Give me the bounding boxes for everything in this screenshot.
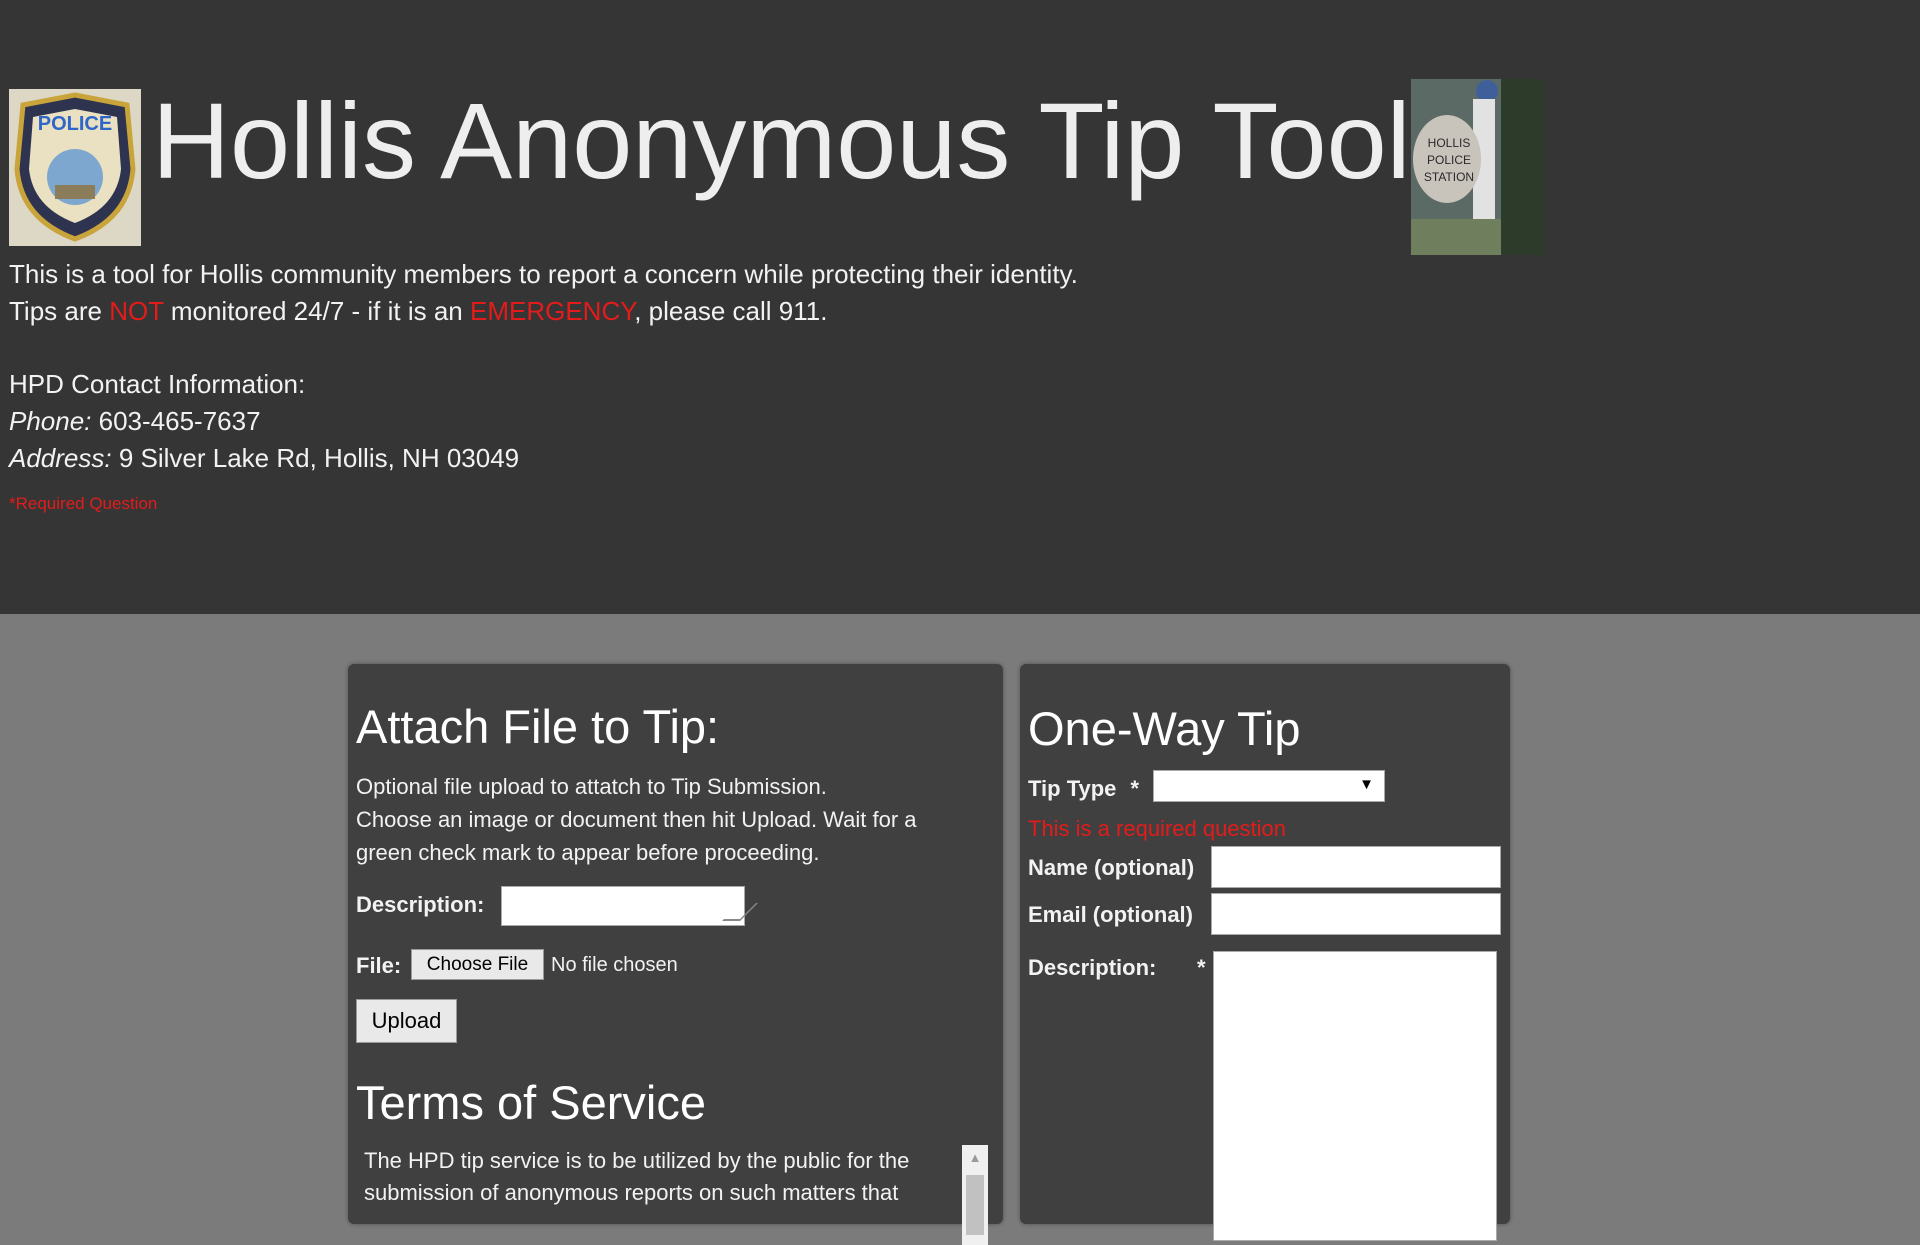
attach-description-input[interactable]: [501, 886, 758, 926]
contact-info: HPD Contact Information: Phone: 603-465-…: [9, 366, 519, 477]
attach-help-text: Optional file upload to attatch to Tip S…: [356, 770, 976, 869]
description-label: Description:: [356, 892, 485, 917]
sign-text-line: STATION: [1423, 170, 1475, 184]
contact-address: Address: 9 Silver Lake Rd, Hollis, NH 03…: [9, 440, 519, 477]
tos-title: Terms of Service: [356, 1076, 706, 1129]
sign-text-line: POLICE: [1426, 153, 1471, 167]
notice-text: monitored 24/7 - if it is an: [163, 296, 470, 326]
terms-of-service-box[interactable]: The HPD tip service is to be utilized by…: [356, 1145, 996, 1245]
address-label: Address:: [9, 443, 112, 473]
tip-description-input[interactable]: [1213, 951, 1497, 1241]
badge-text: POLICE: [37, 113, 113, 135]
choose-file-button[interactable]: Choose File: [411, 949, 544, 980]
upload-button[interactable]: Upload: [356, 999, 457, 1043]
intro-line: This is a tool for Hollis community memb…: [9, 259, 1078, 289]
scroll-up-icon[interactable]: ▲: [962, 1145, 988, 1171]
name-input[interactable]: [1211, 846, 1501, 888]
tip-description-label: Description:: [1028, 955, 1157, 980]
required-question-note: *Required Question: [9, 494, 158, 513]
page-header: POLICE Hollis Anonymous Tip Tool HOLLIS …: [0, 0, 1920, 614]
tip-title: One-Way Tip: [1028, 702, 1301, 755]
police-badge-logo: POLICE: [9, 89, 141, 246]
required-error-message: This is a required question: [1028, 816, 1287, 841]
help-line: Optional file upload to attatch to Tip S…: [356, 774, 827, 799]
intro-text: This is a tool for Hollis community memb…: [9, 256, 1078, 330]
help-line: Choose an image or document then hit Upl…: [356, 807, 917, 865]
description-required-star: *: [1197, 955, 1206, 980]
notice-text: Tips are: [9, 296, 110, 326]
one-way-tip-panel: One-Way Tip Tip Type * ▼ This is a requi…: [1020, 664, 1510, 1241]
tos-text: The HPD tip service is to be utilized by…: [364, 1148, 910, 1205]
email-input[interactable]: [1211, 893, 1501, 935]
phone-value: 603-465-7637: [91, 406, 261, 436]
no-file-status: No file chosen: [551, 954, 678, 976]
name-label: Name (optional): [1028, 855, 1195, 880]
tip-type-select[interactable]: ▼: [1153, 770, 1385, 802]
attach-title: Attach File to Tip:: [356, 700, 720, 753]
sign-text-line: HOLLIS: [1427, 136, 1471, 150]
police-station-sign-image: HOLLIS POLICE STATION: [1411, 79, 1544, 255]
tip-type-label: Tip Type *: [1028, 776, 1139, 802]
attach-file-panel: Attach File to Tip: Optional file upload…: [348, 664, 1003, 1245]
emergency-notice: Tips are NOT monitored 24/7 - if it is a…: [9, 293, 1078, 330]
required-star: *: [1130, 776, 1140, 801]
email-label: Email (optional): [1028, 902, 1193, 927]
dropdown-arrow-icon[interactable]: ▼: [1359, 776, 1374, 793]
tip-type-label-text: Tip Type: [1028, 776, 1117, 801]
resize-grip-icon[interactable]: [722, 903, 758, 921]
page-title: Hollis Anonymous Tip Tool: [152, 80, 1411, 201]
phone-label: Phone:: [9, 406, 92, 436]
notice-text: , please call 911.: [634, 296, 828, 326]
not-emphasis: NOT: [109, 296, 164, 326]
contact-heading: HPD Contact Information:: [9, 369, 306, 399]
address-value: 9 Silver Lake Rd, Hollis, NH 03049: [111, 443, 520, 473]
emergency-emphasis: EMERGENCY: [469, 296, 635, 326]
scroll-thumb[interactable]: [966, 1175, 984, 1235]
file-label: File:: [356, 953, 402, 978]
contact-phone: Phone: 603-465-7637: [9, 403, 519, 440]
tos-scrollbar[interactable]: ▲: [962, 1145, 988, 1245]
